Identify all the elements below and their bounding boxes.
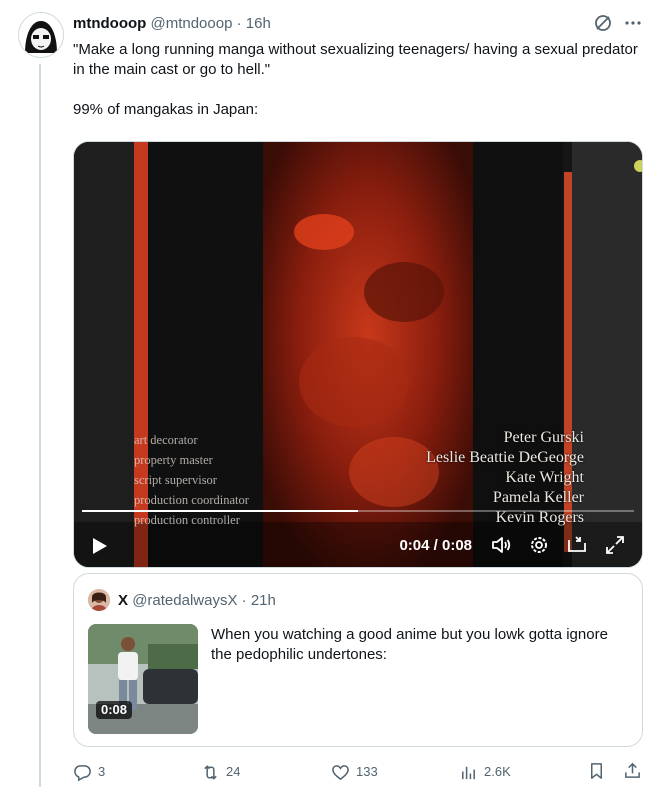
- credits-right: Peter Gurski Leslie Beattie DeGeorge Kat…: [426, 428, 584, 528]
- views-button[interactable]: 2.6K: [459, 761, 511, 783]
- quoted-author-avatar[interactable]: [88, 589, 110, 611]
- quoted-header: X @ratedalwaysX · 21h: [118, 591, 276, 611]
- quoted-tweet-text: When you watching a good anime but you l…: [211, 626, 608, 663]
- credit-role: production coordinator: [134, 493, 249, 507]
- like-button[interactable]: 133: [331, 761, 378, 783]
- quoted-author-name[interactable]: X: [118, 592, 128, 609]
- tweet-header: mtndooop @mtndooop · 16h: [73, 14, 643, 34]
- gear-icon[interactable]: [528, 534, 550, 556]
- repost-icon: [204, 764, 217, 780]
- views-count: 2.6K: [484, 764, 511, 779]
- like-count: 133: [356, 764, 378, 779]
- expand-icon[interactable]: [604, 534, 626, 556]
- reply-button[interactable]: 3: [73, 761, 105, 783]
- credit-name: Peter Gurski: [503, 429, 584, 446]
- video-player[interactable]: art decorator property master script sup…: [73, 141, 643, 568]
- views-icon: [462, 766, 475, 779]
- repost-count: 24: [226, 764, 241, 779]
- tweet-text: "Make a long running manga without sexua…: [73, 40, 643, 120]
- author-handle[interactable]: @mtndooop: [150, 15, 232, 32]
- reply-icon: [74, 764, 91, 781]
- author-avatar[interactable]: [18, 12, 64, 58]
- repost-button[interactable]: 24: [201, 761, 240, 783]
- miniplayer-icon[interactable]: [566, 534, 588, 556]
- video-progress-bar[interactable]: [82, 510, 634, 512]
- credit-role: art decorator: [134, 433, 198, 447]
- header-actions: [593, 13, 643, 38]
- credit-role: production controller: [134, 513, 240, 527]
- avatar-image: [19, 13, 63, 57]
- credit-role: script supervisor: [134, 473, 217, 487]
- thread-line: [39, 64, 41, 787]
- quoted-video-duration: 0:08: [96, 701, 133, 719]
- more-icon[interactable]: [623, 13, 643, 38]
- tweet-text-line2: 99% of mangakas in Japan:: [73, 101, 259, 118]
- quoted-video-thumbnail[interactable]: 0:08: [88, 624, 198, 734]
- video-time: 0:04 / 0:08: [399, 537, 472, 554]
- reply-count: 3: [98, 764, 106, 779]
- share-button[interactable]: [623, 761, 642, 780]
- play-icon[interactable]: [88, 535, 110, 557]
- credit-name: Kate Wright: [505, 469, 584, 486]
- credit-role: property master: [134, 453, 213, 467]
- credit-name: Pamela Keller: [492, 489, 584, 506]
- quoted-author-handle[interactable]: @ratedalwaysX: [132, 592, 237, 609]
- heart-icon: [332, 764, 349, 780]
- header-separator: ·: [236, 15, 242, 32]
- credits-left: art decorator property master script sup…: [134, 430, 249, 530]
- quoted-tweet[interactable]: X @ratedalwaysX · 21h 0:08 When you watc…: [73, 573, 643, 747]
- tweet-timestamp[interactable]: 16h: [246, 15, 271, 32]
- tweet-actions: 3 24 133 2.6K: [73, 761, 643, 783]
- bookmark-icon: [590, 763, 603, 779]
- volume-icon[interactable]: [490, 534, 512, 556]
- quoted-timestamp[interactable]: 21h: [251, 592, 276, 609]
- credit-name: Leslie Beattie DeGeorge: [426, 449, 584, 466]
- grok-icon[interactable]: [593, 13, 613, 38]
- author-name[interactable]: mtndooop: [73, 15, 146, 32]
- quoted-separator: ·: [241, 592, 247, 609]
- bookmark-button[interactable]: [587, 761, 606, 780]
- tweet-text-line1: "Make a long running manga without sexua…: [73, 41, 638, 78]
- share-icon: [625, 762, 640, 778]
- video-progress-fill: [82, 510, 358, 512]
